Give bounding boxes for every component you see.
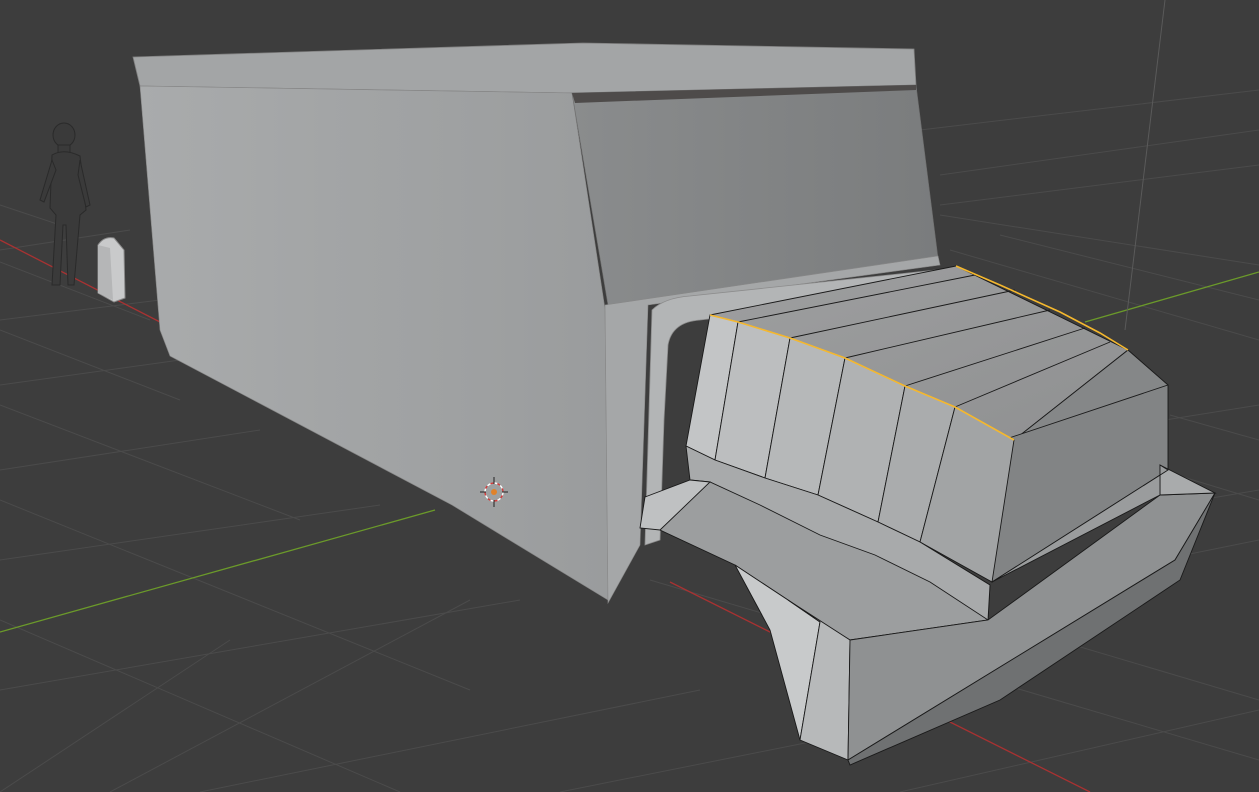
tombstone-reference[interactable] <box>97 237 126 303</box>
3d-viewport[interactable] <box>0 0 1259 792</box>
viewport-canvas[interactable] <box>0 0 1259 792</box>
